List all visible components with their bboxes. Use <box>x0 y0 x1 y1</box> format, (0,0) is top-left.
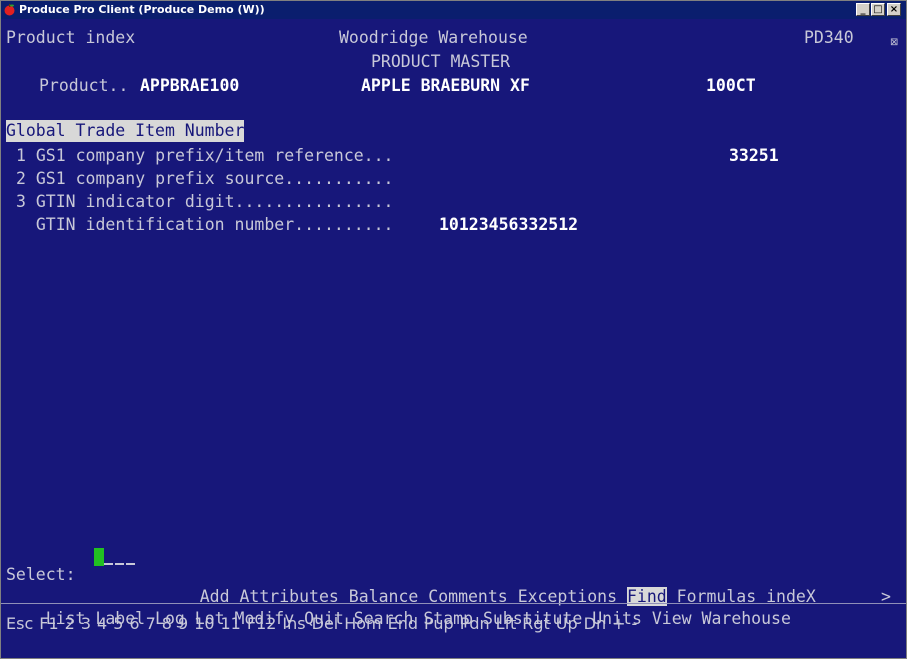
product-code: APPBRAE100 <box>140 76 240 95</box>
function-key-bar: Esc F1 2 3 4 5 6 7 8 9 10 11 F12 Ins Del Hom End Pup Pdn Lf… <box>6 613 643 635</box>
key-f4[interactable]: 4 <box>97 614 107 633</box>
field-value-gtin: 10123456332512 <box>439 215 579 234</box>
key-f6[interactable]: 6 <box>129 614 139 633</box>
terminal-window: Produce Pro Client (Produce Demo (W)) _ … <box>0 0 907 659</box>
product-pack: 100CT <box>706 76 756 95</box>
divider <box>1 603 906 604</box>
key-f12[interactable]: F12 <box>247 614 277 633</box>
minimize-button[interactable]: _ <box>856 3 870 16</box>
key-f1[interactable]: F1 <box>39 614 58 633</box>
key-right[interactable]: Rgt <box>522 614 550 633</box>
screen-subtitle: PRODUCT MASTER <box>371 52 511 71</box>
cmd-view[interactable]: View <box>652 609 692 628</box>
key-pgup[interactable]: Pup <box>424 614 454 633</box>
input-cursor[interactable] <box>94 548 104 566</box>
field-label-2[interactable]: 2 GS1 company prefix source........... <box>16 168 394 190</box>
close-button[interactable]: × <box>887 3 901 16</box>
key-del[interactable]: Del <box>312 614 339 633</box>
key-down[interactable]: Dn <box>584 614 606 633</box>
key-home[interactable]: Hom <box>344 614 381 633</box>
field-label-3[interactable]: 3 GTIN indicator digit................ <box>16 191 394 213</box>
select-prompt: Select: <box>6 565 76 584</box>
maximize-button[interactable]: □ <box>871 3 885 16</box>
window-title: Produce Pro Client (Produce Demo (W)) <box>19 3 265 16</box>
key-esc[interactable]: Esc <box>6 614 33 633</box>
key-end[interactable]: End <box>388 614 418 633</box>
section-title: Global Trade Item Number <box>6 120 245 142</box>
select-input[interactable] <box>104 548 139 566</box>
key-f11[interactable]: 11 <box>221 614 241 633</box>
key-f2[interactable]: 2 <box>65 614 75 633</box>
close-box-icon[interactable]: ⊠ <box>890 37 900 48</box>
key-pgdn[interactable]: Pdn <box>460 614 490 633</box>
key-up[interactable]: Up <box>556 614 578 633</box>
apple-icon <box>4 4 15 16</box>
key-plus[interactable]: + <box>612 614 625 633</box>
cmd-warehouse[interactable]: Warehouse <box>702 609 791 628</box>
key-left[interactable]: Lft <box>496 614 517 633</box>
screen-name: Product index <box>6 28 136 47</box>
key-minus[interactable]: - <box>632 614 638 633</box>
product-label: Product.. <box>39 76 129 95</box>
key-f7[interactable]: 7 <box>146 614 156 633</box>
product-description: APPLE BRAEBURN XF <box>361 76 530 95</box>
title-bar[interactable]: Produce Pro Client (Produce Demo (W)) _ … <box>1 1 906 19</box>
field-label-gtin: GTIN identification number.......... <box>16 215 394 234</box>
field-label-1[interactable]: 1 GS1 company prefix/item reference... <box>16 145 394 167</box>
key-f8[interactable]: 8 <box>162 614 172 633</box>
key-f5[interactable]: 5 <box>113 614 123 633</box>
key-f9[interactable]: 9 <box>178 614 188 633</box>
key-f10[interactable]: 10 <box>194 614 214 633</box>
key-ins[interactable]: Ins <box>282 614 305 633</box>
more-commands-arrow[interactable]: > <box>881 586 891 608</box>
field-value-1: 33251 <box>729 146 779 165</box>
key-f3[interactable]: 3 <box>81 614 91 633</box>
company-name: Woodridge Warehouse <box>339 28 528 47</box>
program-code: PD340 <box>804 28 854 47</box>
